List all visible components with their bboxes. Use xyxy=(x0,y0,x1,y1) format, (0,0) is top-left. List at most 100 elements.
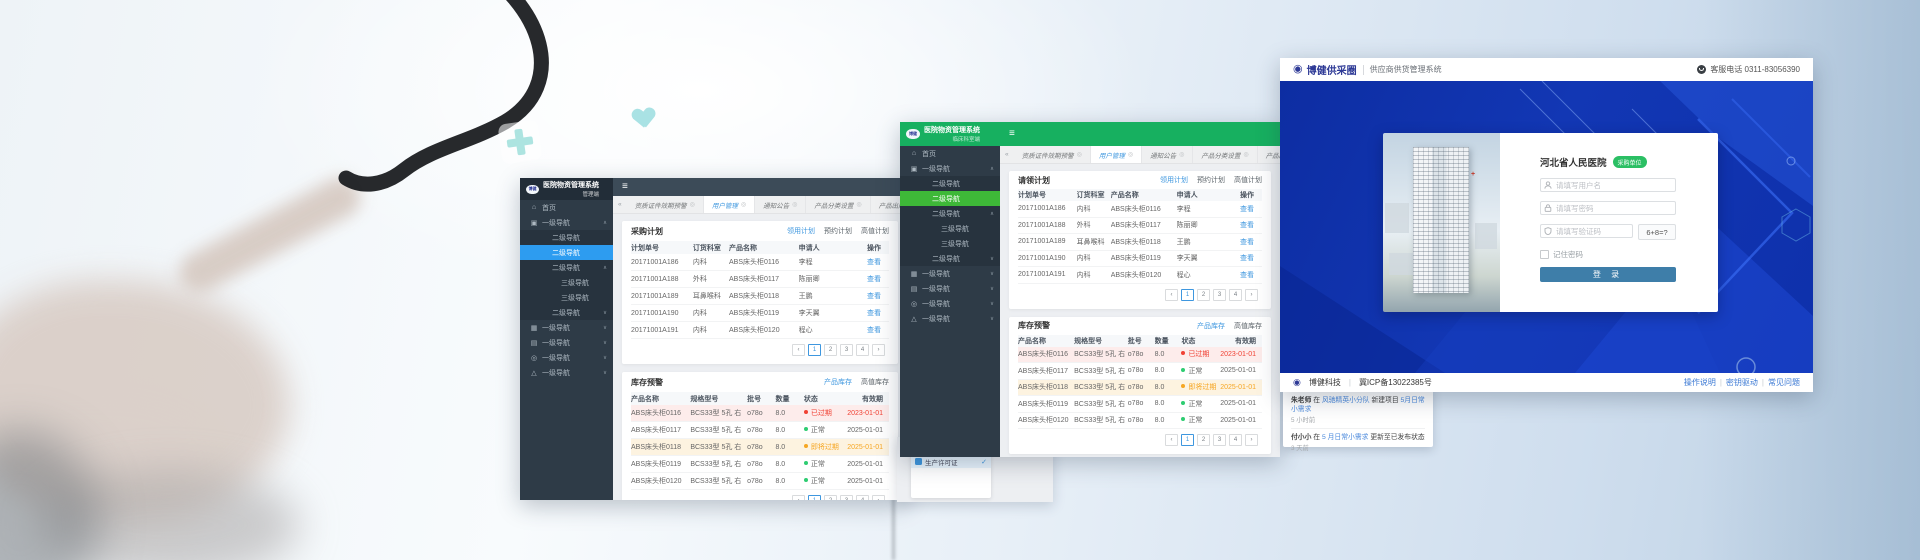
sidebar-item-二级导航[interactable]: 二级导航 xyxy=(520,245,613,260)
sidebar-item-首页[interactable]: ⌂首页 xyxy=(900,146,1000,161)
login-button[interactable]: 登 录 xyxy=(1540,267,1676,282)
sidebar-item-一级导航[interactable]: ◎一级导航∨ xyxy=(520,350,613,365)
page-button[interactable]: 1 xyxy=(808,344,821,356)
hamburger-icon[interactable]: ≡ xyxy=(622,182,628,192)
pager-arrow[interactable]: › xyxy=(872,495,885,500)
tab-expiry-warning[interactable]: 资质证件效期预警◎ xyxy=(627,196,704,213)
tab-product-outbound[interactable]: 产品出库◎ xyxy=(1258,146,1280,163)
page-button[interactable]: 4 xyxy=(856,495,869,500)
table-cell[interactable]: 查看 xyxy=(850,325,889,335)
tab-expiry-warning[interactable]: 资质证件效期预警◎ xyxy=(1014,146,1091,163)
pager-arrow[interactable]: ‹ xyxy=(1165,434,1178,446)
tab-close-icon[interactable]: ◎ xyxy=(856,201,861,208)
pager-arrow[interactable]: › xyxy=(872,344,885,356)
tab-close-icon[interactable]: ◎ xyxy=(690,201,695,208)
link-reservation-plan[interactable]: 预约计划 xyxy=(1197,175,1225,185)
link-instructions[interactable]: 操作说明 xyxy=(1684,377,1716,388)
captcha-input[interactable] xyxy=(1540,224,1633,238)
link-product-stock[interactable]: 产品库存 xyxy=(824,377,852,387)
table-cell[interactable]: 查看 xyxy=(1225,253,1262,263)
remember-checkbox[interactable] xyxy=(1540,250,1549,259)
link-requisition-plan[interactable]: 领用计划 xyxy=(787,226,815,236)
sidebar-item-三级导航[interactable]: 三级导航 xyxy=(900,221,1000,236)
pager-arrow[interactable]: ‹ xyxy=(792,495,805,500)
sidebar-item-二级导航[interactable]: 二级导航 xyxy=(900,191,1000,206)
table-cell[interactable]: 查看 xyxy=(850,257,889,267)
collapse-tabs-icon[interactable]: « xyxy=(613,196,627,213)
collapse-tabs-icon[interactable]: « xyxy=(1000,146,1014,163)
page-button[interactable]: 2 xyxy=(824,344,837,356)
sidebar-item-首页[interactable]: ⌂首页 xyxy=(520,200,613,215)
sidebar-item-一级导航[interactable]: △一级导航∨ xyxy=(520,365,613,380)
page-button[interactable]: 3 xyxy=(840,344,853,356)
page-button[interactable]: 2 xyxy=(1197,289,1210,301)
page-button[interactable]: 3 xyxy=(1213,289,1226,301)
link-product-stock[interactable]: 产品库存 xyxy=(1197,321,1225,331)
pager-arrow[interactable]: ‹ xyxy=(792,344,805,356)
page-button[interactable]: 1 xyxy=(1181,434,1194,446)
table-cell[interactable]: 查看 xyxy=(850,274,889,284)
link-reservation-plan[interactable]: 预约计划 xyxy=(824,226,852,236)
page-button[interactable]: 2 xyxy=(824,495,837,500)
tab-user-management[interactable]: 用户管理◎ xyxy=(1091,146,1142,163)
feed-link[interactable]: 5 月日常小需求 xyxy=(1322,434,1368,441)
tab-close-icon[interactable]: ◎ xyxy=(741,201,746,208)
tab-product-category[interactable]: 产品分类设置◎ xyxy=(806,196,870,213)
sidebar-item-三级导航[interactable]: 三级导航 xyxy=(520,275,613,290)
sidebar-item-一级导航[interactable]: ◎一级导航∨ xyxy=(900,296,1000,311)
feed-link[interactable]: 风驰精英小分队 xyxy=(1322,397,1370,404)
table-cell[interactable]: 查看 xyxy=(1225,220,1262,230)
sidebar-item-一级导航[interactable]: ▣一级导航∧ xyxy=(520,215,613,230)
page-button[interactable]: 1 xyxy=(808,495,821,500)
link-highvalue-stock[interactable]: 高值库存 xyxy=(861,377,889,387)
sidebar-item-二级导航[interactable]: 二级导航∨ xyxy=(900,251,1000,266)
hamburger-icon[interactable]: ≡ xyxy=(1009,129,1015,139)
link-highvalue-plan[interactable]: 高值计划 xyxy=(861,226,889,236)
table-cell[interactable]: 查看 xyxy=(850,308,889,318)
page-button[interactable]: 2 xyxy=(1197,434,1210,446)
sidebar-item-一级导航[interactable]: ▤一级导航∨ xyxy=(900,281,1000,296)
sidebar-item-二级导航[interactable]: 二级导航∧ xyxy=(900,206,1000,221)
tab-close-icon[interactable]: ◎ xyxy=(792,201,797,208)
table-cell[interactable]: 查看 xyxy=(1225,204,1262,214)
page-button[interactable]: 4 xyxy=(1229,289,1242,301)
link-key-driver[interactable]: 密钥驱动 xyxy=(1726,377,1758,388)
link-highvalue-plan[interactable]: 高值计划 xyxy=(1234,175,1262,185)
captcha-question[interactable]: 6+8=? xyxy=(1638,224,1676,240)
tab-product-category[interactable]: 产品分类设置◎ xyxy=(1193,146,1257,163)
page-button[interactable]: 4 xyxy=(1229,434,1242,446)
sidebar-item-一级导航[interactable]: △一级导航∨ xyxy=(900,311,1000,326)
table-cell[interactable]: 查看 xyxy=(850,291,889,301)
sidebar-item-三级导航[interactable]: 三级导航 xyxy=(520,290,613,305)
page-button[interactable]: 1 xyxy=(1181,289,1194,301)
tab-close-icon[interactable]: ◎ xyxy=(1243,151,1248,158)
sidebar-item-二级导航[interactable]: 二级导航 xyxy=(520,230,613,245)
sidebar-item-二级导航[interactable]: 二级导航∨ xyxy=(520,305,613,320)
sidebar-item-一级导航[interactable]: ▦一级导航∨ xyxy=(900,266,1000,281)
pager-arrow[interactable]: › xyxy=(1245,434,1258,446)
sidebar-item-一级导航[interactable]: ▤一级导航∨ xyxy=(520,335,613,350)
sidebar-item-一级导航[interactable]: ▣一级导航∧ xyxy=(900,161,1000,176)
table-cell[interactable]: 查看 xyxy=(1225,270,1262,280)
pager-arrow[interactable]: ‹ xyxy=(1165,289,1178,301)
sidebar-item-三级导航[interactable]: 三级导航 xyxy=(900,236,1000,251)
sidebar-item-二级导航[interactable]: 二级导航∧ xyxy=(520,260,613,275)
tab-close-icon[interactable]: ◎ xyxy=(1128,151,1133,158)
username-input[interactable] xyxy=(1540,178,1676,192)
table-cell[interactable]: 查看 xyxy=(1225,237,1262,247)
tab-notices[interactable]: 通知公告◎ xyxy=(755,196,806,213)
sidebar-item-二级导航[interactable]: 二级导航 xyxy=(900,176,1000,191)
page-button[interactable]: 3 xyxy=(840,495,853,500)
password-input[interactable] xyxy=(1540,201,1676,215)
link-faq[interactable]: 常见问题 xyxy=(1768,377,1800,388)
link-requisition-plan[interactable]: 领用计划 xyxy=(1160,175,1188,185)
tab-notices[interactable]: 通知公告◎ xyxy=(1142,146,1193,163)
tab-user-management[interactable]: 用户管理◎ xyxy=(704,196,755,213)
pager-arrow[interactable]: › xyxy=(1245,289,1258,301)
tab-close-icon[interactable]: ◎ xyxy=(1077,151,1082,158)
sidebar-item-一级导航[interactable]: ▦一级导航∨ xyxy=(520,320,613,335)
tab-close-icon[interactable]: ◎ xyxy=(1179,151,1184,158)
page-button[interactable]: 3 xyxy=(1213,434,1226,446)
page-button[interactable]: 4 xyxy=(856,344,869,356)
link-highvalue-stock[interactable]: 高值库存 xyxy=(1234,321,1262,331)
